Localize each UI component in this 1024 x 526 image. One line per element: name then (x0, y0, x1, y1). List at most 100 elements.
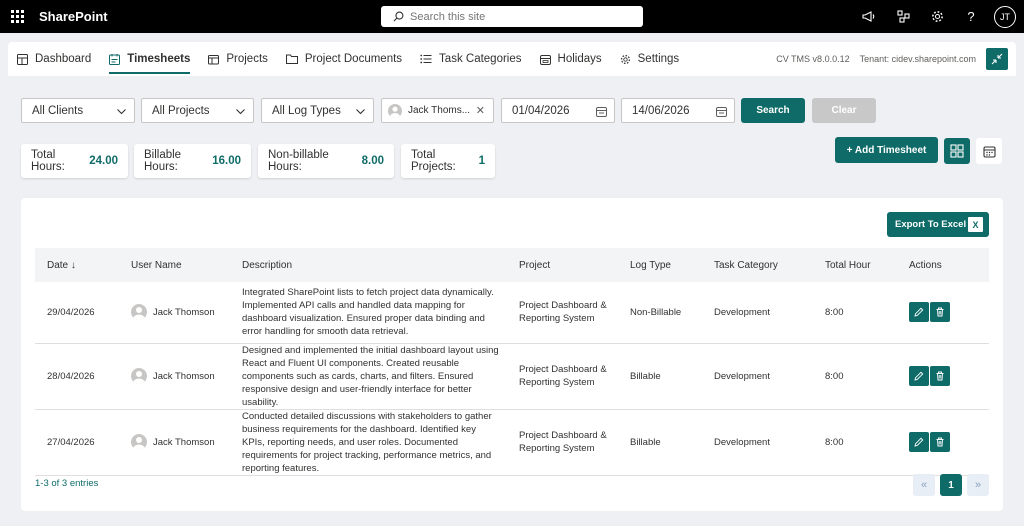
calendar-icon (539, 54, 551, 65)
description-cell: Designed and implemented the initial das… (242, 344, 499, 408)
end-date-value: 14/06/2026 (632, 104, 690, 117)
search-button[interactable]: Search (741, 98, 805, 123)
grid-view-button[interactable] (944, 138, 970, 164)
pencil-icon (914, 371, 924, 381)
actions-cell (897, 343, 989, 409)
export-excel-button[interactable]: Export To Excel : X (887, 212, 989, 237)
projects-icon (208, 54, 220, 64)
add-timesheet-button[interactable]: + Add Timesheet (835, 137, 938, 163)
column-header: Total Hour (825, 259, 871, 271)
clear-button[interactable]: Clear (812, 98, 876, 123)
user-avatar[interactable]: JT (994, 5, 1016, 28)
task-category-cell: Development (714, 370, 770, 382)
table-row: 29/04/2026 Jack Thomson Integrated Share… (35, 282, 989, 343)
chevron-down-icon (236, 109, 245, 115)
start-date-field[interactable]: 01/04/2026 (501, 98, 615, 123)
tab-project-documents[interactable]: Project Documents (277, 42, 411, 76)
date-cell: 28/04/2026 (47, 370, 95, 382)
clients-value: All Clients (32, 104, 84, 117)
delete-button[interactable] (930, 432, 950, 452)
log-types-dropdown[interactable]: All Log Types (261, 98, 374, 123)
export-label: Export To Excel : (895, 219, 972, 230)
gear-icon (620, 54, 630, 64)
person-name: Jack Thoms... (408, 105, 471, 116)
user-name: Jack Thomson (153, 370, 215, 382)
tab-label: Task Categories (439, 53, 522, 65)
user-avatar-icon (131, 368, 147, 384)
nonbillable-hours-value: 8.00 (361, 155, 384, 167)
end-date-field[interactable]: 14/06/2026 (621, 98, 735, 123)
description-cell: Conducted detailed discussions with stak… (242, 410, 492, 474)
actions-cell (897, 409, 989, 475)
collapse-button[interactable] (986, 48, 1008, 70)
tab-label: Project Documents (304, 53, 403, 65)
close-icon[interactable]: ✕ (476, 104, 485, 117)
tab-label: Settings (637, 53, 680, 65)
trash-icon (936, 371, 944, 381)
total-hour-cell: 8:00 (825, 370, 844, 382)
tab-settings[interactable]: Settings (611, 42, 689, 76)
collapse-icon (991, 53, 1003, 65)
gear-icon[interactable] (920, 0, 954, 33)
trash-icon (936, 437, 944, 447)
excel-icon: X (968, 217, 983, 232)
project-cell: Project Dashboard & Reporting System (519, 364, 607, 388)
main-nav: Dashboard Timesheets Projects Project Do… (8, 42, 1016, 76)
brand-name[interactable]: SharePoint (39, 9, 108, 24)
user-name: Jack Thomson (153, 436, 215, 448)
column-header: Project (519, 259, 551, 271)
user-avatar-icon (131, 434, 147, 450)
suite-bar: SharePoint ? JT (0, 0, 1024, 33)
clients-dropdown[interactable]: All Clients (21, 98, 135, 123)
task-category-cell: Development (714, 436, 770, 448)
log-type-cell: Billable (630, 436, 661, 448)
log-type-cell: Non-Billable (630, 306, 682, 318)
page-button-current[interactable]: 1 (940, 474, 962, 496)
total-projects-card: Total Projects: 1 (401, 144, 495, 178)
tab-label: Timesheets (127, 53, 191, 65)
date-cell: 29/04/2026 (47, 306, 95, 318)
tab-holidays[interactable]: Holidays (531, 42, 611, 76)
user-cell: Jack Thomson (119, 343, 230, 409)
trash-icon (936, 307, 944, 317)
edit-button[interactable] (909, 302, 929, 323)
user-cell: Jack Thomson (119, 282, 230, 343)
list-icon (420, 54, 432, 64)
tab-dashboard[interactable]: Dashboard (8, 42, 100, 76)
timesheet-table-card: Export To Excel : X Date ↓ User Name Des… (21, 198, 1003, 511)
total-hour-cell: 8:00 (825, 436, 844, 448)
timesheet-table: Date ↓ User Name Description Project Log… (35, 248, 989, 476)
calendar-icon[interactable] (596, 106, 607, 117)
site-search[interactable] (381, 6, 643, 27)
start-date-value: 01/04/2026 (512, 104, 570, 117)
help-icon[interactable]: ? (954, 0, 988, 33)
edit-button[interactable] (909, 366, 929, 386)
calendar-icon[interactable] (716, 106, 727, 117)
projects-value: All Projects (152, 104, 210, 117)
tab-timesheets[interactable]: Timesheets (100, 42, 199, 76)
app-launcher-icon[interactable] (2, 0, 32, 33)
tab-task-categories[interactable]: Task Categories (411, 42, 530, 76)
column-header-date[interactable]: Date ↓ (35, 248, 119, 282)
tab-projects[interactable]: Projects (199, 42, 277, 76)
person-avatar-icon (388, 103, 402, 118)
edit-button[interactable] (909, 432, 929, 452)
megaphone-icon[interactable] (852, 0, 886, 33)
pencil-icon (914, 307, 924, 317)
delete-button[interactable] (930, 366, 950, 386)
total-projects-value: 1 (478, 155, 485, 167)
calendar-view-button[interactable] (976, 138, 1002, 164)
delete-button[interactable] (930, 302, 950, 323)
table-row: 28/04/2026 Jack Thomson Designed and imp… (35, 343, 989, 409)
person-picker[interactable]: Jack Thoms... ✕ (381, 98, 494, 123)
nonbillable-hours-card: Non-billable Hours: 8.00 (258, 144, 394, 178)
next-page-button[interactable]: » (967, 474, 989, 496)
flow-icon[interactable] (886, 0, 920, 33)
column-header: Task Category (714, 259, 778, 271)
search-icon (393, 11, 404, 22)
search-input[interactable] (410, 10, 610, 23)
total-hours-label: Total Hours: (31, 149, 65, 173)
prev-page-button[interactable]: « (913, 474, 935, 496)
projects-dropdown[interactable]: All Projects (141, 98, 254, 123)
task-category-cell: Development (714, 306, 770, 318)
